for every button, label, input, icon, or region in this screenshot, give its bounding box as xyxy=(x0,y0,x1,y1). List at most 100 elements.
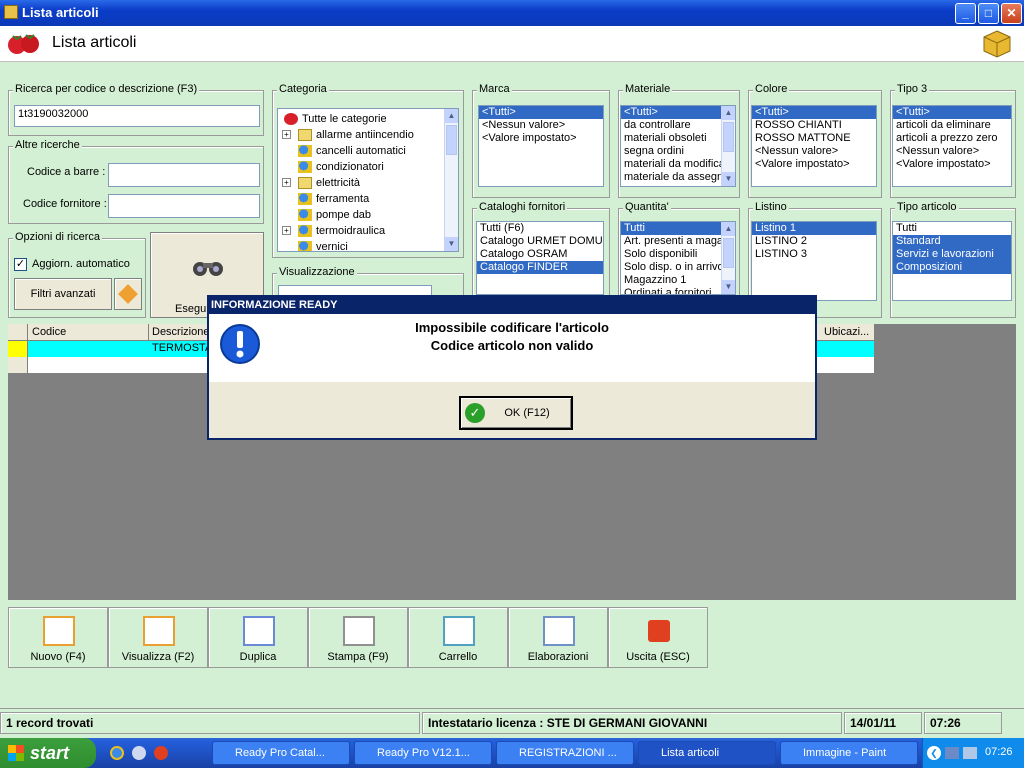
type3-item[interactable]: <Nessun valore> xyxy=(893,145,1011,158)
taskbar-task[interactable]: Ready Pro V12.1... xyxy=(354,741,492,765)
expand-icon[interactable] xyxy=(282,194,291,203)
auto-update-label[interactable]: Aggiorn. automatico xyxy=(32,258,130,270)
category-item[interactable]: + termoidraulica xyxy=(280,223,440,239)
toolbar-button-duplicate[interactable]: Duplica xyxy=(208,607,308,668)
price-list-item[interactable]: LISTINO 2 xyxy=(752,235,876,248)
supplier-catalog-item[interactable]: Catalogo FINDER xyxy=(477,261,603,274)
material-scrollbar[interactable]: ▲ ▼ xyxy=(721,106,735,186)
article-type-item[interactable]: Servizi e lavorazioni xyxy=(893,248,1011,261)
toolbar-button-new-item[interactable]: Nuovo (F4) xyxy=(8,607,108,668)
package-icon[interactable] xyxy=(982,29,1012,59)
color-item[interactable]: <Nessun valore> xyxy=(752,145,876,158)
supplier-catalogs-list[interactable]: Tutti (F6) Catalogo URMET DOMUS Catalogo O… xyxy=(476,221,604,295)
article-type-item[interactable]: Standard xyxy=(893,235,1011,248)
taskbar-task[interactable]: Lista articoli xyxy=(638,741,776,765)
price-list[interactable]: Listino 1 LISTINO 2 LISTINO 3 xyxy=(751,221,877,301)
supplier-catalog-item[interactable]: Catalogo URMET DOMUS xyxy=(477,235,603,248)
material-item[interactable]: materiali da modifica xyxy=(621,158,721,171)
type3-list[interactable]: <Tutti> articoli da eliminare articoli a p… xyxy=(892,105,1012,187)
type3-item[interactable]: <Tutti> xyxy=(893,106,1011,119)
ie-icon[interactable] xyxy=(110,746,124,760)
color-item[interactable]: ROSSO MATTONE xyxy=(752,132,876,145)
brand-item[interactable]: <Valore impostato> xyxy=(479,132,603,145)
color-item[interactable]: <Valore impostato> xyxy=(752,158,876,171)
search-input[interactable]: 1t3190032000 xyxy=(14,105,260,127)
price-list-item[interactable]: LISTINO 3 xyxy=(752,248,876,261)
category-root[interactable]: Tutte le categorie xyxy=(280,111,440,127)
toolbar-button-view-item[interactable]: Visualizza (F2) xyxy=(108,607,208,668)
close-button[interactable]: ✕ xyxy=(1001,3,1022,24)
explorer-icon[interactable] xyxy=(132,746,146,760)
type3-item[interactable]: <Valore impostato> xyxy=(893,158,1011,171)
brand-list[interactable]: <Tutti> <Nessun valore> <Valore impostato> xyxy=(478,105,604,187)
advanced-filters-button[interactable]: Filtri avanzati xyxy=(14,278,112,310)
ok-button[interactable]: ✓ OK (F12) xyxy=(459,396,573,430)
category-item[interactable]: pompe dab xyxy=(280,207,440,223)
type3-item[interactable]: articoli da eliminare xyxy=(893,119,1011,132)
expand-icon[interactable]: + xyxy=(282,178,291,187)
article-type-item[interactable]: Composizioni xyxy=(893,261,1011,274)
expand-icon[interactable]: + xyxy=(282,130,291,139)
expand-icon[interactable] xyxy=(282,210,291,219)
quantity-item[interactable]: Magazzino 1 xyxy=(621,274,721,287)
toolbar-button-exit[interactable]: Uscita (ESC) xyxy=(608,607,708,668)
auto-update-checkbox[interactable]: ✓ xyxy=(14,258,27,271)
barcode-field[interactable] xyxy=(108,163,260,187)
quantity-list[interactable]: TuttiArt. presenti a magazzinoSolo dispo… xyxy=(620,221,736,295)
network-icon[interactable] xyxy=(945,747,959,759)
toolbar-button-printer[interactable]: Stampa (F9) xyxy=(308,607,408,668)
category-scrollbar[interactable]: ▲ ▼ xyxy=(444,109,458,251)
article-type-item[interactable]: Tutti xyxy=(893,222,1011,235)
quantity-item[interactable]: Art. presenti a magazzino xyxy=(621,235,721,248)
color-item[interactable]: ROSSO CHIANTI xyxy=(752,119,876,132)
category-tree[interactable]: ▲ ▼ Tutte le categorie + allarme antiincend… xyxy=(277,108,459,252)
color-list[interactable]: <Tutti> ROSSO CHIANTI ROSSO MATTONE <Nessun… xyxy=(751,105,877,187)
category-item[interactable]: + allarme antiincendio xyxy=(280,127,440,143)
tray-expand-icon[interactable]: ❮ xyxy=(927,746,941,760)
supplier-catalog-item[interactable]: Tutti (F6) xyxy=(477,222,603,235)
col-descrizione[interactable]: Descrizione xyxy=(152,326,209,338)
material-list[interactable]: <Tutti> da controllare materiali obsoleti s… xyxy=(620,105,736,187)
category-item[interactable]: ferramenta xyxy=(280,191,440,207)
toolbar-button-processing[interactable]: Elaborazioni xyxy=(508,607,608,668)
material-item[interactable]: materiali obsoleti xyxy=(621,132,721,145)
supplier-code-field[interactable] xyxy=(108,194,260,218)
category-item[interactable]: cancelli automatici xyxy=(280,143,440,159)
material-item[interactable]: materiale da assegn xyxy=(621,171,721,184)
material-item[interactable]: <Tutti> xyxy=(621,106,721,119)
category-item[interactable]: vernici xyxy=(280,239,440,251)
quantity-item[interactable]: Ordinati a fornitori xyxy=(621,287,721,294)
category-item-label: allarme antiincendio xyxy=(316,129,414,141)
col-ubicazione[interactable]: Ubicazi... xyxy=(824,326,869,338)
minimize-button[interactable]: _ xyxy=(955,3,976,24)
article-type-list[interactable]: Tutti Standard Servizi e lavorazioni Compos… xyxy=(892,221,1012,301)
quantity-item[interactable]: Solo disp. o in arrivo xyxy=(621,261,721,274)
color-item[interactable]: <Tutti> xyxy=(752,106,876,119)
taskbar-task[interactable]: Immagine - Paint xyxy=(780,741,918,765)
type3-item[interactable]: articoli a prezzo zero xyxy=(893,132,1011,145)
material-item[interactable]: segna ordini xyxy=(621,145,721,158)
category-item[interactable]: + elettricità xyxy=(280,175,440,191)
taskbar-task[interactable]: Ready Pro Catal... xyxy=(212,741,350,765)
brand-item[interactable]: <Nessun valore> xyxy=(479,119,603,132)
taskbar-task[interactable]: REGISTRAZIONI ... xyxy=(496,741,634,765)
quantity-scrollbar[interactable]: ▲ ▼ xyxy=(721,222,735,294)
toolbar-button-cart[interactable]: Carrello xyxy=(408,607,508,668)
category-item[interactable]: condizionatori xyxy=(280,159,440,175)
expand-icon[interactable] xyxy=(282,146,291,155)
expand-icon[interactable]: + xyxy=(282,226,291,235)
expand-icon[interactable] xyxy=(282,242,291,251)
media-icon[interactable] xyxy=(154,746,168,760)
start-button[interactable]: start xyxy=(0,738,96,768)
price-list-item[interactable]: Listino 1 xyxy=(752,222,876,235)
maximize-button[interactable]: □ xyxy=(978,3,999,24)
brand-item[interactable]: <Tutti> xyxy=(479,106,603,119)
material-item[interactable]: da controllare xyxy=(621,119,721,132)
volume-icon[interactable] xyxy=(963,747,977,759)
quantity-item[interactable]: Solo disponibili xyxy=(621,248,721,261)
filter-brush-button[interactable] xyxy=(114,278,142,310)
expand-icon[interactable] xyxy=(282,162,291,171)
quantity-item[interactable]: Tutti xyxy=(621,222,721,235)
col-codice[interactable]: Codice xyxy=(32,326,66,338)
supplier-catalog-item[interactable]: Catalogo OSRAM xyxy=(477,248,603,261)
